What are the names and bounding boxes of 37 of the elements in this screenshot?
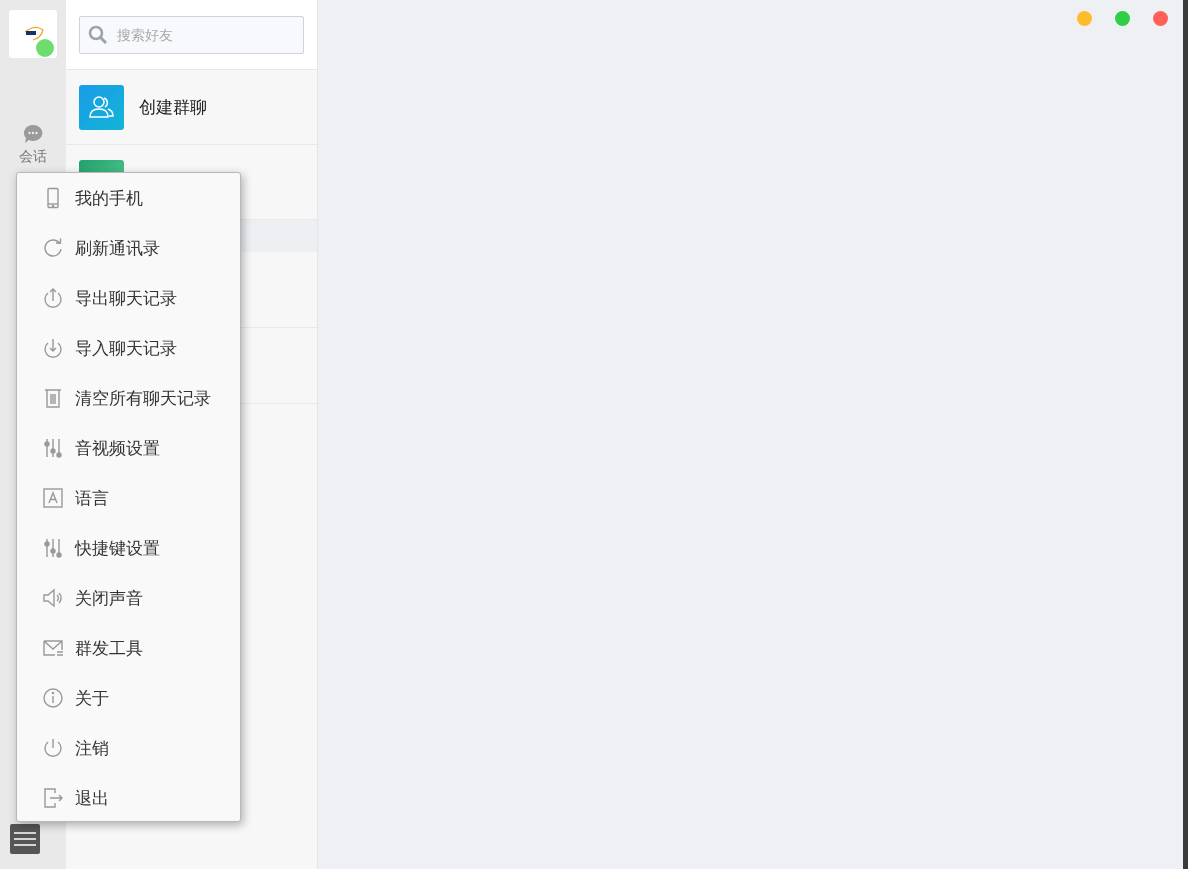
app-logo-icon [9, 10, 57, 58]
sliders-icon [42, 537, 64, 559]
menu-item[interactable]: 清空所有聊天记录 [17, 373, 240, 423]
refresh-icon [42, 237, 64, 259]
menu-item[interactable]: 群发工具 [17, 623, 240, 673]
chat-nav-tab[interactable]: 会话 [19, 124, 47, 166]
language-icon [42, 487, 64, 509]
trash-icon [42, 387, 64, 409]
sliders-icon [42, 437, 64, 459]
menu-item[interactable]: 快捷键设置 [17, 523, 240, 573]
menu-item[interactable]: 语言 [17, 473, 240, 523]
speaker-icon [42, 587, 64, 609]
export-icon [42, 287, 64, 309]
menu-item[interactable]: 关于 [17, 673, 240, 723]
window-control-dot[interactable] [1077, 11, 1092, 26]
list-item-label[interactable]: 创建群聊 [139, 95, 207, 119]
window-control-dot[interactable] [1115, 11, 1130, 26]
exit-icon [42, 787, 64, 809]
menu-icon [14, 831, 36, 847]
menu-item[interactable]: 导出聊天记录 [17, 273, 240, 323]
power-icon [42, 737, 64, 759]
group-icon [79, 84, 124, 130]
menu-button[interactable] [10, 824, 40, 854]
menu-item[interactable]: 我的手机 [17, 173, 240, 223]
menu-item[interactable]: 音视频设置 [17, 423, 240, 473]
search-field[interactable]: 搜索好友 [79, 15, 304, 54]
import-icon [42, 337, 64, 359]
mail-icon [42, 637, 64, 659]
menu-item[interactable]: 关闭声音 [17, 573, 240, 623]
menu-item[interactable]: 导入聊天记录 [17, 323, 240, 373]
search-icon [88, 24, 108, 45]
window-control-dot[interactable] [1153, 11, 1168, 26]
chat-bubble-icon [23, 124, 43, 144]
menu-item[interactable]: 注销 [17, 723, 240, 773]
menu-item[interactable]: 退出 [17, 773, 240, 823]
info-icon [42, 687, 64, 709]
menu-item[interactable]: 刷新通讯录 [17, 223, 240, 273]
